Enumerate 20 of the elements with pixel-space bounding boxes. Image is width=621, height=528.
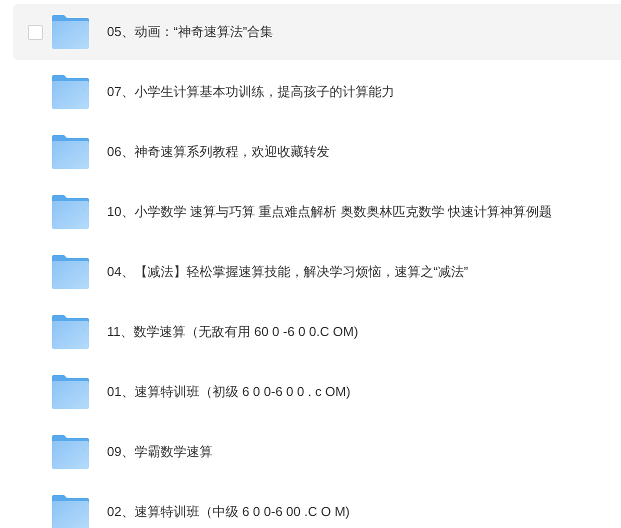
file-row[interactable]: 05、动画：“神奇速算法”合集 <box>13 4 621 60</box>
folder-icon <box>52 75 89 109</box>
folder-icon <box>52 435 89 469</box>
folder-icon <box>52 375 89 409</box>
folder-name: 10、小学数学 速算与巧算 重点难点解析 奥数奥林匹克数学 快速计算神算例题 <box>107 203 552 222</box>
folder-name: 06、神奇速算系列教程，欢迎收藏转发 <box>107 143 330 162</box>
folder-icon <box>52 15 89 49</box>
folder-name: 01、速算特训班（初级 6 0 0-6 0 0 . c OM) <box>107 383 350 402</box>
folder-name: 07、小学生计算基本功训练，提高孩子的计算能力 <box>107 83 394 102</box>
folder-icon <box>52 495 89 528</box>
folder-name: 02、速算特训班（中级 6 0 0-6 00 .C O M) <box>107 503 350 522</box>
folder-name: 05、动画：“神奇速算法”合集 <box>107 23 274 42</box>
folder-name: 04、【减法】轻松掌握速算技能，解决学习烦恼，速算之“减法” <box>107 263 468 282</box>
folder-icon <box>52 195 89 229</box>
checkbox[interactable] <box>28 24 43 40</box>
folder-icon <box>52 315 89 349</box>
folder-icon <box>52 255 89 289</box>
folder-name: 09、学霸数学速算 <box>107 443 212 462</box>
folder-icon <box>52 135 89 169</box>
folder-name: 11、数学速算（无敌有用 60 0 -6 0 0.C OM) <box>107 323 358 342</box>
